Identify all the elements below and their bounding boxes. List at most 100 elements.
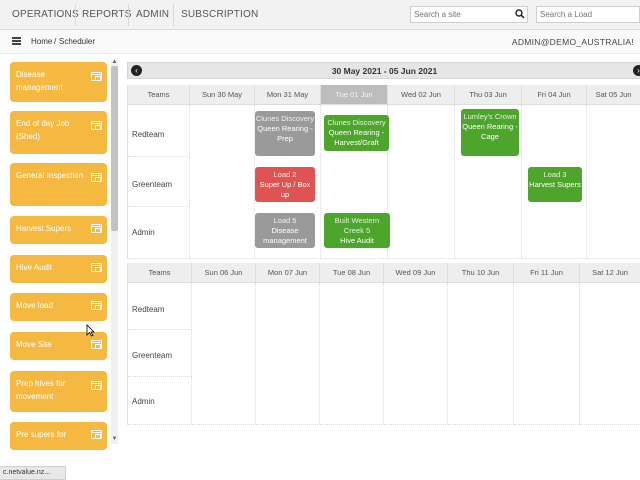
event-task: Super Up / Box up <box>259 180 311 199</box>
task-card-move-load[interactable]: Move load <box>10 293 107 321</box>
scroll-down-icon[interactable]: ▼ <box>111 436 118 442</box>
nav-subscription[interactable]: SUBSCRIPTION <box>181 9 258 20</box>
day-column[interactable] <box>384 283 448 425</box>
task-card-hive-audit[interactable]: Hive Audit <box>10 255 107 283</box>
calendar-icon <box>91 121 102 130</box>
day-column[interactable] <box>587 105 640 259</box>
day-header: Sat 05 Jun <box>587 85 640 105</box>
next-week-icon[interactable]: › <box>633 65 640 76</box>
day-header: Fri 04 Jun <box>522 85 587 105</box>
day-header: Mon 31 May <box>255 85 321 105</box>
nav-admin[interactable]: ADMIN <box>136 9 169 20</box>
search-load-box <box>536 6 640 23</box>
breadcrumb-separator: / <box>54 37 57 46</box>
task-label: End of day Job (Shed) <box>16 119 70 141</box>
day-header: Thu 10 Jun <box>448 263 514 283</box>
team-label-admin: Admin <box>132 228 155 237</box>
day-column[interactable] <box>320 283 384 425</box>
day-column[interactable] <box>190 105 255 259</box>
task-sidebar: Disease management End of day Job (Shed)… <box>0 54 122 450</box>
task-card-general-inspection[interactable]: General Inspection <box>10 163 107 206</box>
day-header: Tue 08 Jun <box>320 263 384 283</box>
event-task: Queen Rearing - Prep <box>257 124 313 143</box>
breadcrumb-bar: Home / Scheduler ADMIN@DEMO_AUSTRALIA! <box>0 30 640 54</box>
search-icon[interactable] <box>515 9 525 19</box>
day-column[interactable] <box>256 283 320 425</box>
event-load3-harvest-supers[interactable]: Load 3 Harvest Supers <box>528 167 582 202</box>
breadcrumb-current: Scheduler <box>59 37 96 46</box>
event-task: Queen Rearing - Cage <box>462 122 518 141</box>
calendar-icon <box>91 173 102 182</box>
teams-header: Teams <box>128 263 192 283</box>
team-label-admin: Admin <box>132 397 155 406</box>
calendar-icon <box>91 224 102 233</box>
sidebar-scroll-thumb[interactable] <box>111 66 118 231</box>
team-label-greenteam: Greenteam <box>132 351 173 360</box>
task-label: Hive Audit <box>16 263 53 272</box>
day-header: Sun 06 Jun <box>192 263 256 283</box>
event-task: Harvest Supers <box>529 180 581 189</box>
day-header-today: Tue 01 Jun <box>321 85 388 105</box>
nav-divider <box>75 4 76 26</box>
day-header: Sat 12 Jun <box>580 263 640 283</box>
event-built-western-hive-audit[interactable]: Built Western Creek 5 Hive Audit <box>324 213 390 248</box>
team-label-redteam: Redteam <box>132 305 165 314</box>
task-card-prep-hives[interactable]: Prep hives for movement <box>10 371 107 412</box>
calendar-icon <box>91 72 102 81</box>
search-load-input[interactable] <box>537 7 639 22</box>
day-header: Mon 07 Jun <box>256 263 320 283</box>
calendar-icon <box>91 430 102 439</box>
nav-reports[interactable]: REPORTS <box>82 9 132 20</box>
calendar-icon <box>91 340 102 349</box>
nav-divider <box>173 4 174 26</box>
event-load5-disease-management[interactable]: Load 5 Disease management <box>255 213 315 248</box>
task-label: General Inspection <box>16 171 84 180</box>
nav-operations[interactable]: OPERATIONS <box>12 9 79 20</box>
day-header: Thu 03 Jun <box>455 85 522 105</box>
day-header: Fri 11 Jun <box>514 263 580 283</box>
task-card-disease-management[interactable]: Disease management <box>10 62 107 102</box>
task-card-harvest-supers[interactable]: Harvest Supers <box>10 216 107 244</box>
event-site: Lumley's Crown <box>463 112 517 121</box>
event-load2-super-up[interactable]: Load 2 Super Up / Box up <box>255 167 315 202</box>
account-label[interactable]: ADMIN@DEMO_AUSTRALIA! <box>512 37 634 47</box>
browser-status-bar: c.netvalue.nz... <box>0 466 66 480</box>
event-site: Built Western Creek 5 <box>334 216 380 235</box>
nav-divider <box>128 4 129 26</box>
week1-grid: Teams Sun 30 May Mon 31 May Tue 01 Jun W… <box>127 85 640 259</box>
day-column[interactable] <box>192 283 256 425</box>
search-site-box <box>410 6 528 23</box>
team-label-redteam: Redteam <box>132 130 165 139</box>
breadcrumb-home[interactable]: Home <box>31 37 52 46</box>
task-label: Harvest Supers <box>16 224 72 233</box>
scroll-up-icon[interactable]: ▲ <box>111 59 118 65</box>
event-site: Load 3 <box>543 170 567 179</box>
week2-grid: Teams Sun 06 Jun Mon 07 Jun Tue 08 Jun W… <box>127 263 640 425</box>
event-lumleys-queen-rearing-cage[interactable]: Lumley's Crown Queen Rearing - Cage <box>461 109 519 156</box>
date-range: 30 May 2021 - 05 Jun 2021 <box>331 66 438 76</box>
day-header: Wed 02 Jun <box>388 85 455 105</box>
calendar-icon <box>91 381 102 390</box>
event-site: Load 5 <box>273 216 297 225</box>
event-clunes-queen-rearing-harvest[interactable]: Clunes Discovery Queen Rearing - Harvest… <box>324 115 389 151</box>
event-task: Queen Rearing - Harvest/Graft <box>328 128 385 147</box>
task-card-pre-supers[interactable]: Pre supers for <box>10 422 107 450</box>
task-label: Move Site <box>16 340 52 349</box>
menu-icon[interactable] <box>12 37 21 45</box>
search-site-input[interactable] <box>411 7 527 22</box>
calendar-icon <box>91 263 102 272</box>
team-label-greenteam: Greenteam <box>132 180 173 189</box>
task-label: Move load <box>16 301 53 310</box>
day-column[interactable] <box>580 283 640 425</box>
task-card-end-of-day-job[interactable]: End of day Job (Shed) <box>10 111 107 154</box>
day-column[interactable] <box>388 105 455 259</box>
top-navbar: OPERATIONS REPORTS ADMIN SUBSCRIPTION <box>0 0 640 30</box>
task-label: Pre supers for <box>16 430 67 439</box>
mouse-cursor-icon <box>86 324 95 337</box>
day-column[interactable] <box>514 283 580 425</box>
event-clunes-queen-rearing-prep[interactable]: Clunes Discovery Queen Rearing - Prep <box>255 111 315 156</box>
event-site: Clunes Discovery <box>327 118 386 127</box>
day-header: Sun 30 May <box>190 85 255 105</box>
day-column[interactable] <box>448 283 514 425</box>
week-navigation: ‹ 30 May 2021 - 05 Jun 2021 › <box>127 62 640 79</box>
